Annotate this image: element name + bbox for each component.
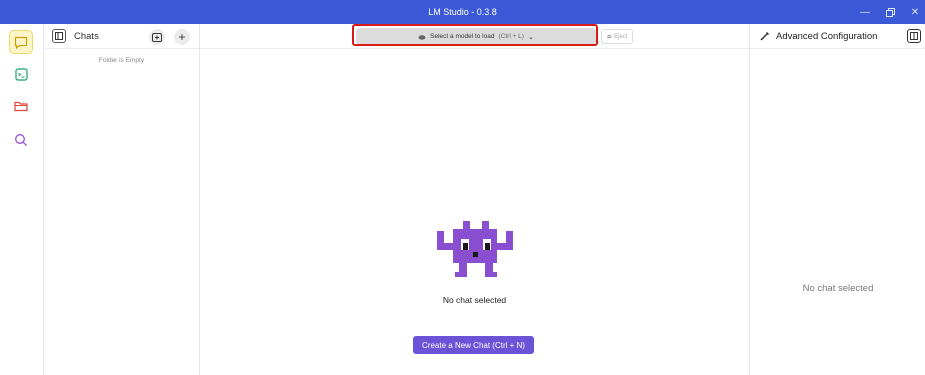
mascot-icon — [435, 219, 515, 284]
toggle-sidebar-icon[interactable] — [52, 29, 66, 43]
no-chat-selected-text: No chat selected — [442, 295, 507, 305]
restore-icon[interactable] — [878, 0, 902, 24]
advanced-config-header: Advanced Configuration — [750, 24, 925, 49]
highlight-box — [352, 24, 598, 46]
minimize-icon[interactable]: — — [853, 0, 877, 24]
new-folder-icon[interactable] — [149, 29, 165, 45]
flask-icon — [760, 31, 770, 41]
eject-button[interactable]: ⏏ Eject — [601, 29, 633, 44]
folder-icon[interactable] — [9, 94, 33, 118]
create-new-chat-button[interactable]: Create a New Chat (Ctrl + N) — [413, 336, 534, 354]
chats-header: Chats + — [44, 24, 199, 49]
eject-label: Eject — [614, 33, 628, 40]
chats-title: Chats — [74, 30, 99, 42]
title-bar: LM Studio - 0.3.8 — ✕ — [0, 0, 925, 24]
search-icon[interactable] — [9, 128, 33, 152]
model-toolbar: Select a model to load (Ctrl + L) ⌄ ⏏ Ej… — [200, 24, 749, 49]
chat-icon[interactable] — [9, 30, 33, 54]
add-chat-icon[interactable]: + — [174, 29, 190, 45]
main-area: Select a model to load (Ctrl + L) ⌄ ⏏ Ej… — [200, 24, 749, 375]
icon-sidebar — [0, 24, 44, 375]
close-icon[interactable]: ✕ — [903, 0, 925, 24]
folder-empty-text: Folder is Empty — [98, 57, 145, 64]
advanced-config-title: Advanced Configuration — [776, 30, 878, 42]
terminal-icon[interactable] — [9, 62, 33, 86]
window-title: LM Studio - 0.3.8 — [428, 7, 497, 17]
right-no-chat-text: No chat selected — [802, 283, 874, 294]
toggle-panel-icon[interactable] — [907, 29, 921, 43]
advanced-config-panel: Advanced Configuration No chat selected — [749, 24, 925, 375]
eject-icon: ⏏ — [606, 34, 613, 40]
chats-panel: Chats + Folder is Empty — [44, 24, 200, 375]
